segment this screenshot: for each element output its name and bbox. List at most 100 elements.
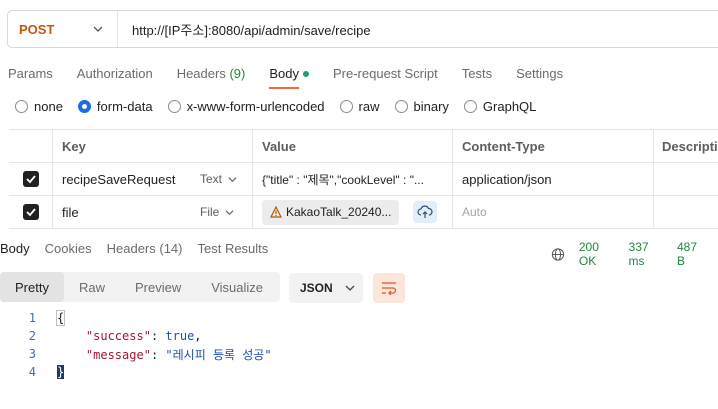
radio-circle: [463, 100, 477, 113]
tab-tests[interactable]: Tests: [454, 66, 500, 81]
line-number: 2: [28, 329, 36, 343]
row-content-type-cell[interactable]: Auto: [453, 196, 654, 228]
row-content-type-cell[interactable]: application/json: [453, 163, 654, 195]
globe-icon[interactable]: [551, 247, 565, 262]
row-value-cell[interactable]: {"title" : "제목","cookLevel" : "...: [253, 163, 453, 195]
view-raw[interactable]: Raw: [64, 272, 120, 302]
body-indicator-dot: [302, 71, 309, 78]
json-value: true: [165, 329, 195, 343]
radio-label: GraphQL: [482, 99, 537, 114]
json-comma: ,: [194, 329, 202, 343]
cloud-upload-button[interactable]: [413, 201, 438, 223]
row-content-type: application/json: [462, 171, 552, 187]
open-brace: {: [55, 310, 66, 326]
row-description-cell[interactable]: [654, 196, 718, 228]
table-row: file File KakaoTalk_20240... Auto: [9, 196, 718, 229]
warning-icon: [270, 206, 282, 218]
wrap-lines-icon: [382, 282, 397, 295]
status-code[interactable]: 200 OK: [579, 240, 617, 268]
table-header-row: Key Value Content-Type Descriptio: [9, 130, 718, 163]
row-type-label: Text: [200, 172, 223, 186]
radio-label: binary: [413, 99, 449, 114]
row-checkbox[interactable]: [22, 171, 39, 187]
view-pretty[interactable]: Pretty: [0, 272, 64, 302]
tab-params[interactable]: Params: [0, 66, 61, 81]
url-input[interactable]: http://[IP주소]:8080/api/admin/save/recipe: [118, 20, 371, 39]
code-line: 2 "success": true,: [0, 327, 272, 345]
radio-form-data[interactable]: form-data: [77, 99, 153, 114]
wrap-lines-button[interactable]: [373, 273, 405, 303]
close-brace: }: [57, 365, 65, 379]
row-description-cell[interactable]: [654, 163, 718, 195]
row-key-cell[interactable]: recipeSaveRequest Text: [53, 163, 253, 195]
form-data-table: Key Value Content-Type Descriptio recipe…: [9, 129, 718, 229]
tab-headers-label: Headers: [176, 65, 226, 81]
radio-circle: [394, 100, 408, 113]
row-type-select[interactable]: Text: [200, 172, 237, 186]
response-tab-headers[interactable]: Headers (14): [107, 241, 183, 256]
format-select[interactable]: JSON: [289, 273, 363, 303]
tab-body-label: Body: [269, 65, 299, 81]
radio-circle-selected: [77, 100, 91, 113]
line-number: 3: [28, 347, 36, 361]
row-key-cell[interactable]: file File: [53, 196, 253, 228]
file-name: KakaoTalk_20240...: [286, 205, 392, 219]
response-code-view[interactable]: 1 { 2 "success": true, 3 "message": "레시피…: [0, 309, 272, 381]
row-checkbox[interactable]: [22, 204, 39, 220]
line-number: 1: [28, 311, 36, 325]
tab-settings[interactable]: Settings: [508, 66, 571, 81]
row-key: recipeSaveRequest: [62, 171, 176, 187]
response-tab-cookies[interactable]: Cookies: [45, 241, 92, 256]
radio-label: none: [34, 99, 63, 114]
response-view-toolbar: Pretty Raw Preview Visualize: [0, 272, 280, 302]
response-time[interactable]: 337 ms: [629, 240, 665, 268]
tab-headers-count: (9): [229, 65, 246, 81]
code-line: 3 "message": "레시피 등록 성공": [0, 345, 272, 363]
check-icon: [25, 208, 36, 217]
table-row: recipeSaveRequest Text {"title" : "제목","…: [9, 163, 718, 196]
chevron-down-icon: [93, 26, 103, 32]
header-key: Key: [53, 130, 253, 162]
tab-body[interactable]: Body: [261, 65, 317, 89]
radio-circle: [167, 100, 181, 113]
response-tab-test-results[interactable]: Test Results: [197, 241, 268, 256]
file-chip[interactable]: KakaoTalk_20240...: [262, 199, 400, 225]
json-colon: :: [150, 347, 166, 362]
row-type-label: File: [200, 205, 220, 219]
body-type-radios: none form-data x-www-form-urlencoded raw…: [15, 99, 551, 114]
response-tabs: Body Cookies Headers (14) Test Results: [0, 238, 283, 258]
row-value-cell: KakaoTalk_20240...: [253, 196, 453, 228]
radio-binary[interactable]: binary: [394, 99, 449, 114]
chevron-down-icon: [345, 285, 355, 291]
view-visualize[interactable]: Visualize: [196, 272, 278, 302]
code-line: 1 {: [0, 309, 272, 327]
line-number: 4: [28, 365, 36, 379]
header-checkbox-cell: [9, 130, 53, 162]
row-checkbox-cell: [9, 196, 53, 228]
json-colon: :: [150, 329, 166, 343]
json-key: "success": [85, 329, 151, 343]
format-label: JSON: [300, 281, 333, 295]
tab-headers[interactable]: Headers (9): [169, 66, 254, 81]
row-key: file: [62, 204, 79, 220]
tab-pre-request-script[interactable]: Pre-request Script: [325, 66, 446, 81]
row-content-type-placeholder: Auto: [462, 205, 487, 219]
response-status: 200 OK 337 ms 487 B: [551, 240, 718, 268]
tab-authorization[interactable]: Authorization: [69, 66, 161, 81]
view-preview[interactable]: Preview: [120, 272, 196, 302]
row-value: {"title" : "제목","cookLevel" : "...: [262, 172, 424, 187]
chevron-down-icon: [225, 209, 234, 215]
radio-x-www-form-urlencoded[interactable]: x-www-form-urlencoded: [167, 99, 325, 114]
header-value: Value: [253, 130, 453, 162]
response-size[interactable]: 487 B: [677, 240, 706, 268]
row-type-select[interactable]: File: [200, 205, 234, 219]
radio-raw[interactable]: raw: [339, 99, 380, 114]
header-content-type: Content-Type: [453, 130, 654, 162]
radio-graphql[interactable]: GraphQL: [463, 99, 537, 114]
row-checkbox-cell: [9, 163, 53, 195]
method-select[interactable]: POST: [8, 11, 118, 47]
request-tabs: Params Authorization Headers (9) Body Pr…: [0, 62, 579, 89]
radio-none[interactable]: none: [15, 99, 63, 114]
radio-circle: [339, 100, 353, 113]
response-tab-body[interactable]: Body: [0, 241, 30, 256]
